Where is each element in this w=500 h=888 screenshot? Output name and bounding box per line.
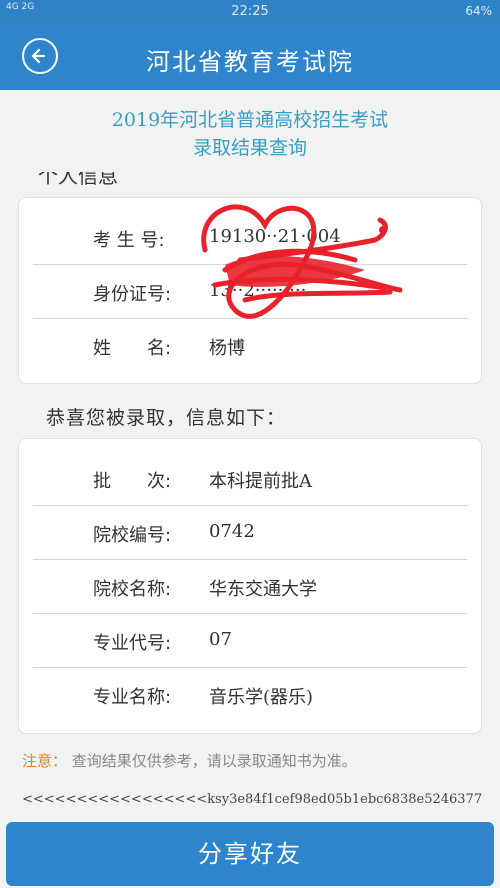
row-label: 姓 名: xyxy=(93,338,172,359)
subtitle-line-1: 2019年河北省普通高校招生考试 xyxy=(111,109,389,131)
info-row-school-name: 院校名称: 华东交通大学 xyxy=(33,559,467,614)
status-bar: 4G 2G 22:25 64% xyxy=(0,0,500,24)
info-row-name: 姓 名: 杨博 xyxy=(33,318,467,372)
info-row-id-number: 身份证号: 13··2········· xyxy=(33,264,467,319)
row-value: 13··2········· xyxy=(209,280,307,301)
row-label: 院校名称: xyxy=(93,579,172,600)
admission-congrats-text: 恭喜您被录取，信息如下： xyxy=(46,407,287,429)
info-row-school-code: 院校编号: 0742 xyxy=(33,505,467,560)
info-row-major-code: 专业代号: 07 xyxy=(33,613,467,668)
notice: 注意： 查询结果仅供参考，请以录取通知书为准。 xyxy=(22,750,357,771)
notice-prefix: 注意： xyxy=(22,752,68,770)
row-label: 专业代号: xyxy=(93,633,172,654)
query-subtitle: 2019年河北省普通高校招生考试 录取结果查询 xyxy=(0,106,500,162)
notice-text: 查询结果仅供参考，请以录取通知书为准。 xyxy=(71,752,357,770)
verification-hash: <<<<<<<<<<<<<<<<<ksy3e84f1cef98ed05b1ebc… xyxy=(22,792,483,807)
row-label: 院校编号: xyxy=(93,525,172,546)
row-value: 本科提前批A xyxy=(209,471,312,492)
subtitle-line-2: 录取结果查询 xyxy=(192,137,307,159)
battery-level: 64% xyxy=(465,4,492,18)
row-value: 19130··21·004 xyxy=(209,226,341,247)
row-value: 音乐学(器乐) xyxy=(209,687,314,708)
row-label: 专业名称: xyxy=(93,687,172,708)
row-value: 华东交通大学 xyxy=(209,579,317,600)
row-value: 0742 xyxy=(209,521,255,542)
info-row-candidate-number: 考 生 号: 19130··21·004 xyxy=(33,210,467,265)
status-time: 22:25 xyxy=(231,4,269,19)
row-value: 杨博 xyxy=(209,338,245,359)
row-label: 身份证号: xyxy=(93,284,172,305)
page-title: 河北省教育考试院 xyxy=(146,48,354,76)
info-row-major-name: 专业名称: 音乐学(器乐) xyxy=(33,667,467,721)
row-label: 批 次: xyxy=(93,471,172,492)
admission-info-card: 批 次: 本科提前批A 院校编号: 0742 院校名称: 华东交通大学 专业代号… xyxy=(18,438,482,734)
app-header: 河北省教育考试院 xyxy=(0,24,500,90)
personal-info-heading: 个人信息 xyxy=(38,172,118,186)
share-button[interactable]: 分享好友 xyxy=(6,822,494,886)
row-label: 考 生 号: xyxy=(93,230,165,251)
personal-info-card: 考 生 号: 19130··21·004 身份证号: 13··2········… xyxy=(18,197,482,384)
row-value: 07 xyxy=(209,629,232,650)
info-row-batch: 批 次: 本科提前批A xyxy=(33,451,467,506)
